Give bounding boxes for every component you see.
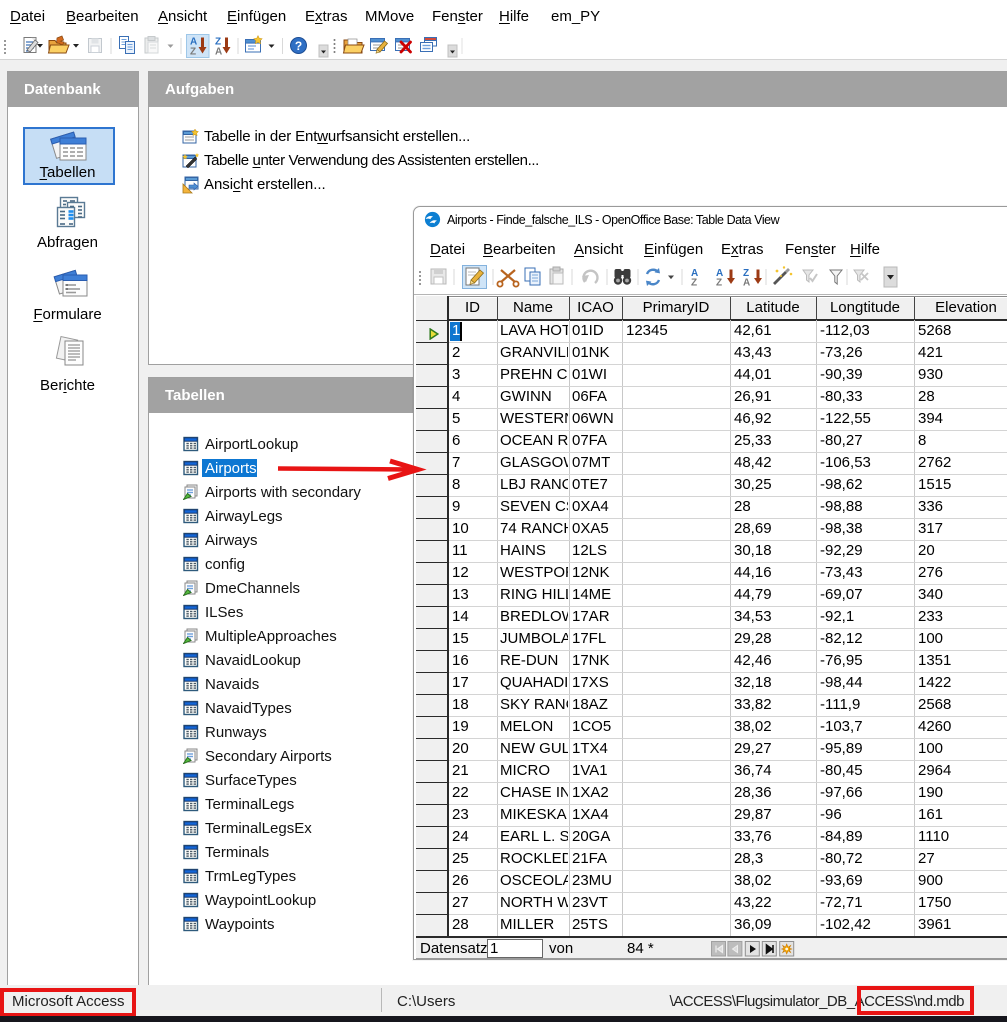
svg-text:?: ? xyxy=(295,39,302,53)
svg-text:Z: Z xyxy=(691,278,697,289)
svg-text:A: A xyxy=(215,47,222,58)
svg-text:Z: Z xyxy=(716,278,722,289)
svg-text:Z: Z xyxy=(190,47,196,58)
svg-text:A: A xyxy=(743,278,750,289)
